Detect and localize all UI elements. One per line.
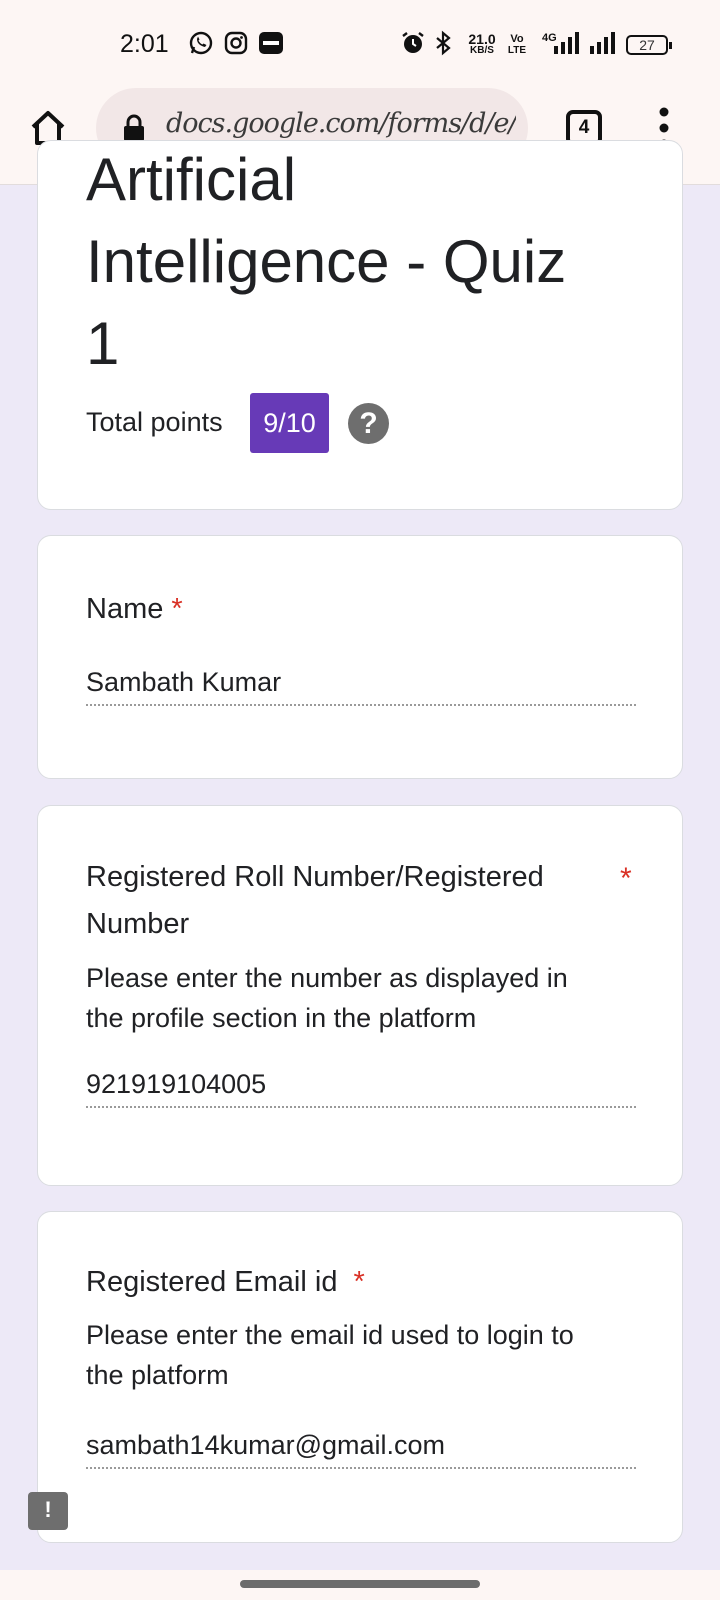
net-speed-unit: KB/S xyxy=(470,45,494,56)
help-icon[interactable]: ? xyxy=(348,403,389,444)
battery-level: 27 xyxy=(639,37,655,53)
question-title-line2: Number xyxy=(86,908,190,940)
question-description-line1: Please enter the email id used to login … xyxy=(86,1320,574,1350)
status-time: 2:01 xyxy=(120,30,169,58)
net-speed: 21.0 KB/S xyxy=(466,31,498,57)
alarm-icon xyxy=(402,32,424,53)
instagram-icon xyxy=(224,31,248,55)
total-points-label: Total points xyxy=(86,407,223,437)
gesture-nav-bar xyxy=(0,1570,720,1600)
signal-icon xyxy=(554,32,579,54)
paytm-icon xyxy=(259,32,283,54)
question-card-roll-number: Registered Roll Number/Registered Number… xyxy=(37,805,683,1186)
question-title: Registered Email id * xyxy=(86,1259,365,1306)
url-text[interactable]: docs.google.com/forms/d/e/1FAI xyxy=(166,108,516,139)
net-speed-value: 21.0 xyxy=(468,31,496,47)
report-feedback-button[interactable]: ! xyxy=(28,1492,68,1530)
volte-bottom: LTE xyxy=(507,45,527,56)
question-description-line1: Please enter the number as displayed in xyxy=(86,963,568,993)
name-answer: Sambath Kumar xyxy=(86,667,636,706)
question-title-text: Registered Email id xyxy=(86,1266,338,1298)
question-description: Please enter the email id used to login … xyxy=(86,1315,626,1395)
whatsapp-icon xyxy=(189,31,213,55)
required-asterisk: * xyxy=(620,862,632,895)
volte-top: Vo xyxy=(510,33,524,45)
question-description: Please enter the number as displayed in … xyxy=(86,958,626,1038)
score-badge: 9/10 xyxy=(250,393,329,453)
required-asterisk: * xyxy=(353,1266,365,1298)
status-bar: 2:01 21.0 KB/S Vo LTE 4G 27 xyxy=(0,0,720,88)
question-description-line2: the platform xyxy=(86,1360,229,1390)
question-card-name: Name * Sambath Kumar xyxy=(37,535,683,779)
roll-number-answer: 921919104005 xyxy=(86,1069,636,1108)
battery-icon: 27 xyxy=(626,35,672,55)
form-title-line3: 1 xyxy=(86,310,120,377)
lock-icon[interactable] xyxy=(122,114,146,142)
volte-indicator: Vo LTE xyxy=(504,33,530,57)
question-description-line2: the profile section in the platform xyxy=(86,1003,477,1033)
question-title-line1: Registered Roll Number/Registered xyxy=(86,861,544,893)
question-card-email: Registered Email id * Please enter the e… xyxy=(37,1211,683,1543)
question-title: Registered Roll Number/Registered Number xyxy=(86,854,544,948)
bluetooth-icon xyxy=(436,30,451,56)
required-asterisk: * xyxy=(171,593,183,625)
home-gesture-handle[interactable] xyxy=(240,1580,480,1588)
form-title-partial: Artificial xyxy=(86,146,297,213)
email-answer: sambath14kumar@gmail.com xyxy=(86,1430,636,1469)
signal-icon-2 xyxy=(590,32,615,54)
question-title: Name * xyxy=(86,586,183,633)
form-header-card: Artificial Intelligence - Quiz 1 Total p… xyxy=(37,140,683,510)
form-title: Intelligence - Quiz xyxy=(86,228,567,295)
question-title-text: Name xyxy=(86,593,164,625)
